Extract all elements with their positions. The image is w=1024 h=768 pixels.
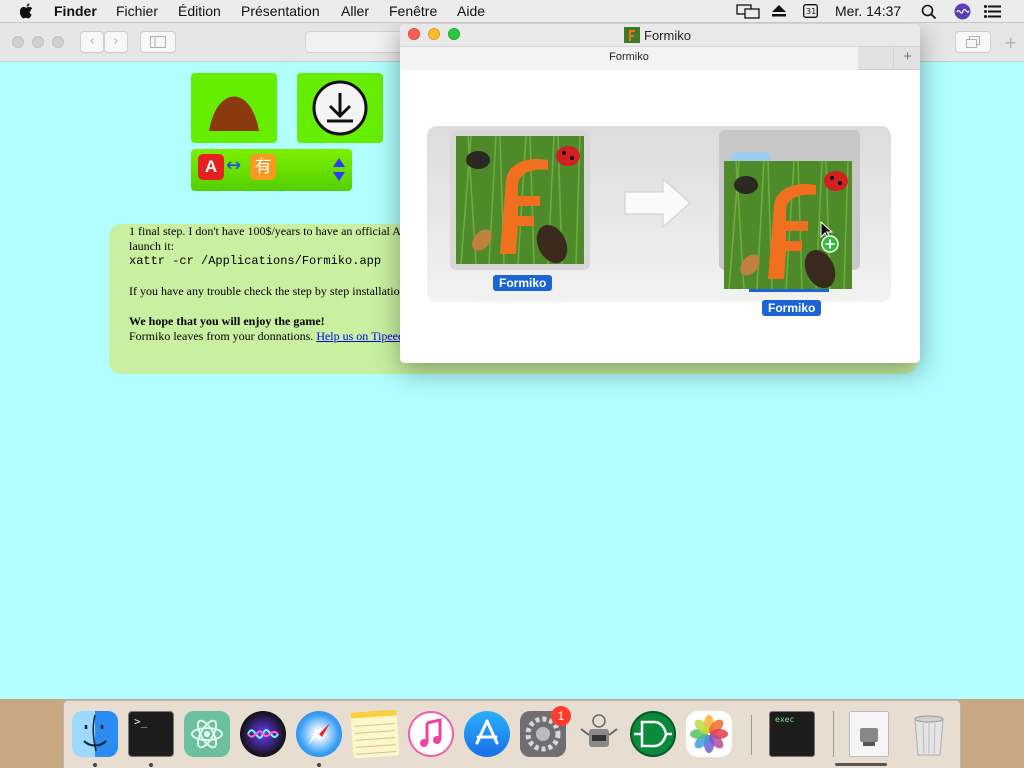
running-indicator <box>93 763 97 767</box>
finder-icon[interactable] <box>72 711 118 757</box>
safari-icon[interactable] <box>296 711 342 757</box>
swap-arrow-icon: ↔ <box>226 155 242 176</box>
exec-terminal-icon[interactable]: exec <box>769 711 815 757</box>
donation-text: Formiko leaves from your donnations. <box>129 329 317 343</box>
zoom-button[interactable] <box>448 28 460 40</box>
notes-icon[interactable] <box>350 709 400 759</box>
anthill-icon <box>209 96 259 131</box>
drag-arrow-icon <box>624 177 691 229</box>
kanji-letter-badge: 有 <box>250 154 276 180</box>
back-button[interactable]: ‹ <box>80 31 104 53</box>
download-tile[interactable] <box>297 73 383 143</box>
instruction-line: We hope that you will enjoy the game! <box>129 314 325 328</box>
instruction-line: launch it: <box>129 239 174 253</box>
notification-center-icon[interactable] <box>984 5 1001 18</box>
siri-icon[interactable] <box>954 3 971 20</box>
running-indicator <box>149 763 153 767</box>
clock[interactable]: Mer. 14:37 <box>835 3 901 19</box>
exec-label: exec <box>775 715 795 724</box>
latin-letter-badge: A <box>198 154 224 180</box>
document-icon[interactable] <box>849 711 889 757</box>
tipeee-link[interactable]: Help us on Tipeee <box>316 329 403 343</box>
svg-text:31: 31 <box>806 7 816 16</box>
display-mirroring-icon[interactable] <box>736 4 760 19</box>
formiko-logo-icon <box>456 136 584 264</box>
menu-finder[interactable]: Finder <box>54 3 97 19</box>
chevron-right-icon: › <box>113 34 119 49</box>
spotlight-search-icon[interactable] <box>921 4 937 20</box>
target-app-label[interactable]: Formiko <box>762 300 822 316</box>
new-tab-icon[interactable]: + <box>1004 33 1017 52</box>
zoom-button-inactive[interactable] <box>52 36 64 48</box>
close-button-inactive[interactable] <box>12 36 24 48</box>
language-select[interactable]: A ↔ 有 <box>191 149 352 191</box>
minimize-button[interactable] <box>428 28 440 40</box>
chevron-left-icon: ‹ <box>89 34 95 49</box>
window-title: Formiko <box>644 28 691 43</box>
eject-icon[interactable] <box>772 5 786 17</box>
menu-aide[interactable]: Aide <box>457 3 485 19</box>
menu-fichier[interactable]: Fichier <box>116 3 158 19</box>
dock: >_ 1 exec <box>63 700 961 768</box>
terminal-icon[interactable]: >_ <box>128 711 174 757</box>
dock-separator <box>833 711 834 757</box>
atom-icon[interactable] <box>184 711 230 757</box>
menu-presentation[interactable]: Présentation <box>241 3 320 19</box>
formiko-dmg-window: Formiko Formiko + Formiko Formiko <box>400 24 920 363</box>
dock-separator <box>751 715 752 755</box>
sidebar-icon <box>150 36 166 48</box>
sidebar-button[interactable] <box>140 31 176 53</box>
menu-fenetre[interactable]: Fenêtre <box>389 3 437 19</box>
trash-icon[interactable] <box>906 711 952 757</box>
tabs-overview-button[interactable] <box>955 31 991 53</box>
terminal-prompt-text: >_ <box>134 715 148 728</box>
updown-chevron-icon <box>333 158 345 181</box>
dock-scroll-indicator <box>835 763 887 766</box>
tab-bar: Formiko + <box>400 46 920 70</box>
notification-badge: 1 <box>551 706 571 726</box>
donation-line: Formiko leaves from your donnations. Hel… <box>129 329 403 344</box>
tabs-overview-icon <box>966 36 980 48</box>
apple-logo-icon[interactable] <box>20 3 34 19</box>
tab-formiko[interactable]: Formiko <box>400 47 858 70</box>
formiko-proxy-icon <box>624 27 640 43</box>
instruction-line: If you have any trouble check the step b… <box>129 284 400 298</box>
automator-icon[interactable] <box>576 711 622 757</box>
input-source-icon[interactable]: 31 <box>803 4 818 18</box>
menu-bar: Finder Fichier Édition Présentation Alle… <box>0 0 1024 23</box>
download-icon <box>312 80 368 136</box>
source-app-label[interactable]: Formiko <box>493 275 553 291</box>
menu-edition[interactable]: Édition <box>178 3 221 19</box>
forward-button[interactable]: › <box>104 31 128 53</box>
logisim-icon[interactable] <box>630 711 676 757</box>
itunes-icon[interactable] <box>408 711 454 757</box>
add-tab-button[interactable]: + <box>893 47 920 70</box>
window-titlebar: Formiko <box>400 24 920 46</box>
app-store-icon[interactable] <box>464 711 510 757</box>
photos-icon[interactable] <box>686 711 732 757</box>
formiko-app-icon[interactable] <box>456 136 584 264</box>
formiko-home-tile[interactable] <box>191 73 277 143</box>
running-indicator <box>317 763 321 767</box>
minimize-button-inactive[interactable] <box>32 36 44 48</box>
command-line: xattr -cr /Applications/Formiko.app <box>129 254 382 268</box>
instruction-line: 1 final step. I don't have 100$/years to… <box>129 224 401 238</box>
copy-plus-badge-icon <box>821 235 839 253</box>
address-bar[interactable] <box>305 31 405 53</box>
siri-dock-icon[interactable] <box>240 711 286 757</box>
menu-aller[interactable]: Aller <box>341 3 369 19</box>
close-button[interactable] <box>408 28 420 40</box>
